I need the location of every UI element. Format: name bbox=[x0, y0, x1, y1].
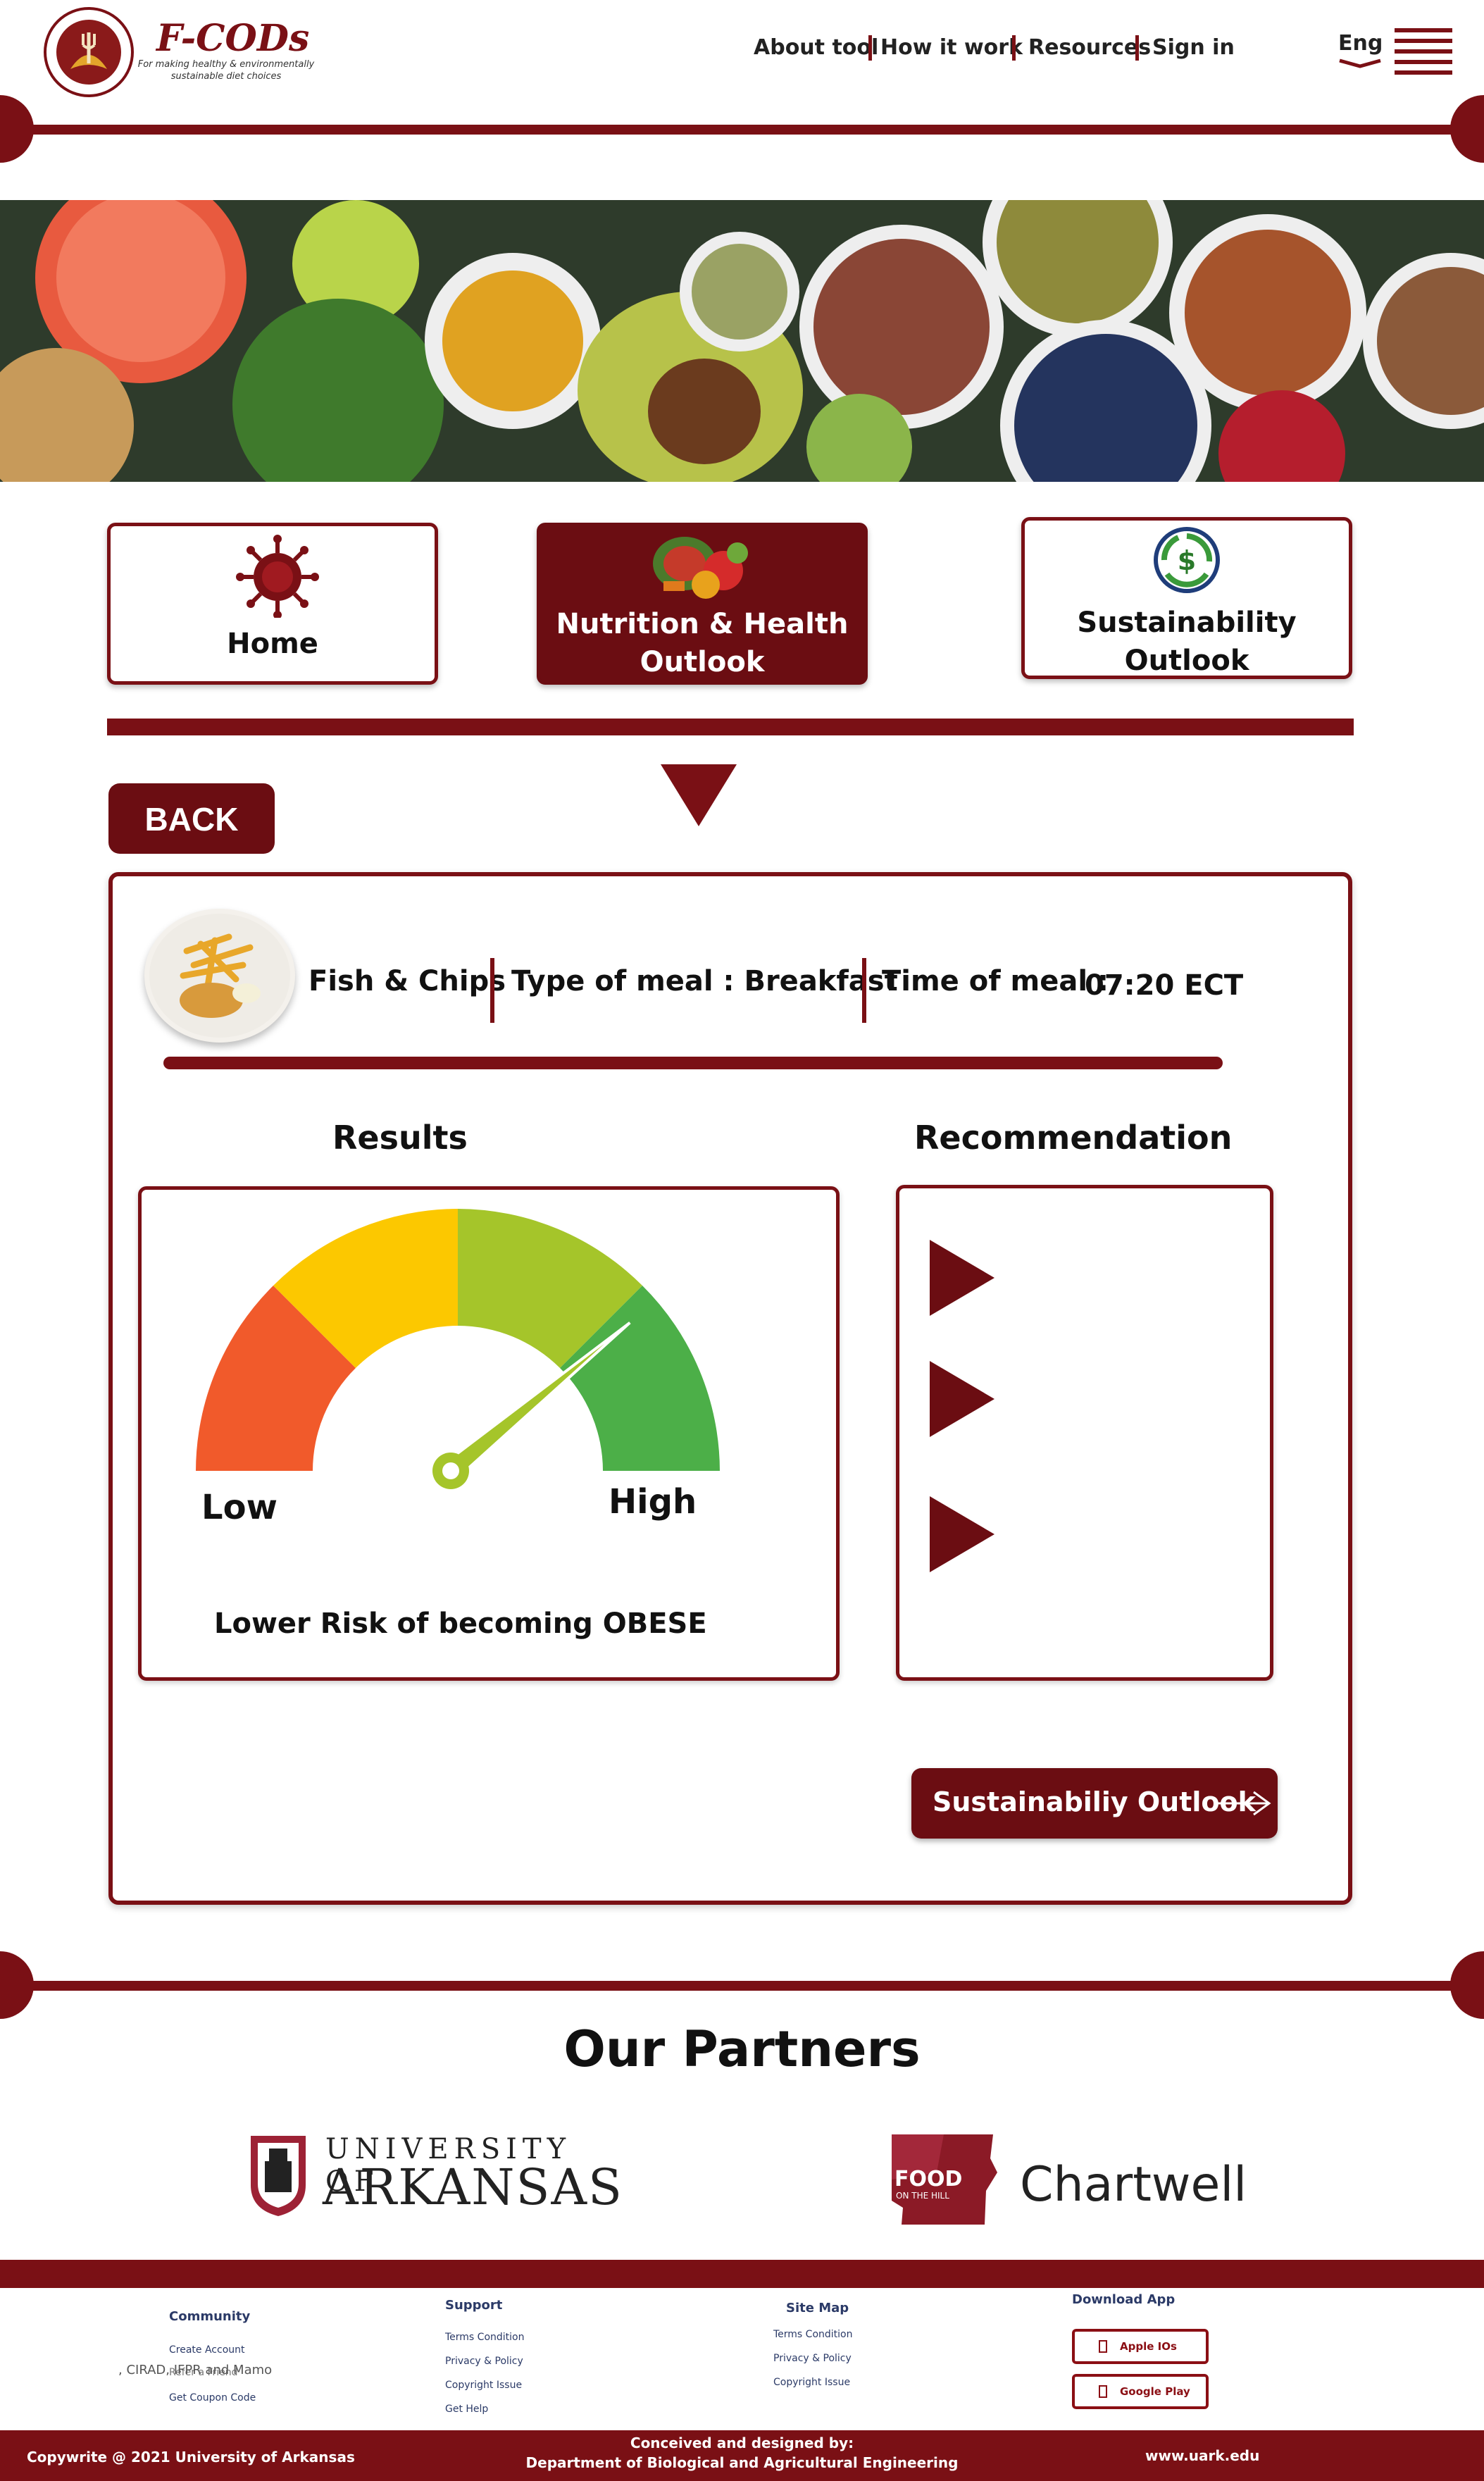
apple-store-label: Apple IOs bbox=[1120, 2340, 1177, 2353]
nav-separator bbox=[868, 35, 872, 61]
credit-line-1: Conceived and designed by: bbox=[630, 2435, 854, 2451]
footer-sitemap-privacy[interactable]: Privacy & Policy bbox=[773, 2353, 852, 2364]
virus-icon bbox=[236, 535, 319, 618]
copyright-bar: Copywrite @ 2021 University of Arkansas … bbox=[0, 2430, 1484, 2481]
recommendation-arrow-icon bbox=[930, 1496, 994, 1572]
nav-how-it-work[interactable]: How it work bbox=[880, 35, 1023, 60]
meal-image bbox=[144, 909, 295, 1043]
recommendation-arrow-icon bbox=[930, 1240, 994, 1316]
nav-separator bbox=[1135, 35, 1139, 61]
vegetables-icon bbox=[653, 537, 748, 599]
gauge-high-label: High bbox=[609, 1482, 697, 1522]
brand-logo[interactable] bbox=[44, 7, 134, 97]
meal-time-label: Time of meal : bbox=[882, 965, 1109, 997]
meal-type: Type of meal : Breakfast bbox=[511, 965, 898, 997]
footer-link-coupon[interactable]: Get Coupon Code bbox=[169, 2392, 256, 2404]
foodhill-subtext: ON THE HILL bbox=[896, 2191, 949, 2201]
google-play-button[interactable]: Google Play bbox=[1072, 2374, 1209, 2409]
footer-sitemap-title: Site Map bbox=[786, 2301, 849, 2315]
footer-support-title: Support bbox=[445, 2298, 503, 2313]
foodhill-text: FOOD bbox=[894, 2167, 963, 2191]
nav-separator bbox=[1012, 35, 1016, 61]
decorative-dot bbox=[1450, 95, 1484, 163]
meal-name: Fish & Chips bbox=[308, 965, 506, 997]
website-link[interactable]: www.uark.edu bbox=[1145, 2447, 1259, 2464]
footer-link-get-help[interactable]: Get Help bbox=[445, 2404, 488, 2415]
back-button[interactable]: BACK bbox=[108, 783, 275, 854]
decorative-dot bbox=[1450, 1951, 1484, 2019]
recycle-dollar-icon: $ bbox=[1154, 527, 1220, 593]
header-divider bbox=[0, 125, 1484, 135]
partners-title: Our Partners bbox=[563, 2020, 921, 2078]
uark-line2: ARKANSAS bbox=[323, 2158, 623, 2216]
language-selector[interactable]: Eng bbox=[1338, 31, 1383, 68]
risk-gauge bbox=[196, 1209, 720, 1489]
google-play-label: Google Play bbox=[1120, 2385, 1190, 2398]
sustainability-button-label: Sustainabiliy Outlook bbox=[933, 1786, 1256, 1817]
footer-community-overlay: , CIRAD, IFPR and Mamo bbox=[118, 2363, 273, 2377]
nav-about-tool[interactable]: About tool bbox=[754, 35, 878, 60]
footer-download-title: Download App bbox=[1072, 2292, 1176, 2307]
meal-separator bbox=[490, 958, 494, 1023]
footer-link-copyright[interactable]: Copyright Issue bbox=[445, 2380, 522, 2391]
nav-sign-in[interactable]: Sign in bbox=[1152, 35, 1235, 60]
language-label: Eng bbox=[1338, 31, 1383, 56]
apple-store-button[interactable]: Apple IOs bbox=[1072, 2329, 1209, 2364]
footer-sitemap-terms[interactable]: Terms Condition bbox=[773, 2329, 853, 2340]
credit-line-2: Department of Biological and Agricultura… bbox=[525, 2454, 959, 2471]
footer-link-privacy[interactable]: Privacy & Policy bbox=[445, 2356, 523, 2367]
footer-link-create-account[interactable]: Create Account bbox=[169, 2344, 245, 2356]
brand-name: F-CODs bbox=[156, 17, 310, 60]
gauge-low-label: Low bbox=[201, 1488, 278, 1527]
risk-text: Lower Risk of becoming OBESE bbox=[214, 1608, 707, 1640]
sustainability-outlook-button[interactable]: Sustainabiliy Outlook bbox=[911, 1768, 1278, 1839]
footer-sitemap-copyright[interactable]: Copyright Issue bbox=[773, 2377, 850, 2388]
arrow-down-icon bbox=[661, 764, 737, 826]
brand-tagline: For making healthy & environmentally sus… bbox=[137, 59, 315, 82]
hero-food-banner bbox=[0, 200, 1484, 482]
phone-icon bbox=[1099, 2385, 1107, 2398]
tab-sustainability[interactable]: $ Sustainability Outlook bbox=[1021, 517, 1352, 679]
footer-community-title: Community bbox=[169, 2309, 251, 2324]
recommendation-title: Recommendation bbox=[914, 1119, 1233, 1157]
footer-band bbox=[0, 2260, 1484, 2288]
tab-home-label: Home bbox=[227, 628, 318, 660]
tabs-divider bbox=[107, 719, 1354, 735]
meal-separator bbox=[862, 958, 866, 1023]
chartwell-logo[interactable]: Chartwell bbox=[1020, 2157, 1247, 2213]
menu-icon[interactable] bbox=[1395, 28, 1452, 75]
chevron-down-icon bbox=[1339, 58, 1381, 68]
tab-nutrition-label: Nutrition & Health Outlook bbox=[556, 608, 849, 678]
svg-text:$: $ bbox=[1178, 545, 1196, 576]
nav-resources[interactable]: Resources bbox=[1028, 35, 1151, 60]
logo-icon bbox=[56, 20, 121, 85]
tab-nutrition-health[interactable]: Nutrition & Health Outlook bbox=[537, 523, 868, 685]
meal-divider bbox=[163, 1057, 1223, 1069]
recommendation-arrow-icon bbox=[930, 1361, 994, 1437]
arkansas-shield-icon bbox=[251, 2136, 306, 2216]
university-of-arkansas-logo[interactable]: UNIVERSITY OF ARKANSAS bbox=[248, 2130, 622, 2222]
meal-time-value: 07:20 ECT bbox=[1085, 969, 1244, 1002]
footer-link-terms[interactable]: Terms Condition bbox=[445, 2332, 525, 2343]
partners-divider bbox=[0, 1981, 1484, 1991]
tab-sustainability-label: Sustainability Outlook bbox=[1077, 607, 1297, 677]
arrow-right-icon bbox=[1216, 1791, 1271, 1816]
phone-icon bbox=[1099, 2340, 1107, 2353]
results-title: Results bbox=[332, 1119, 468, 1157]
tab-home[interactable]: Home bbox=[107, 523, 438, 685]
